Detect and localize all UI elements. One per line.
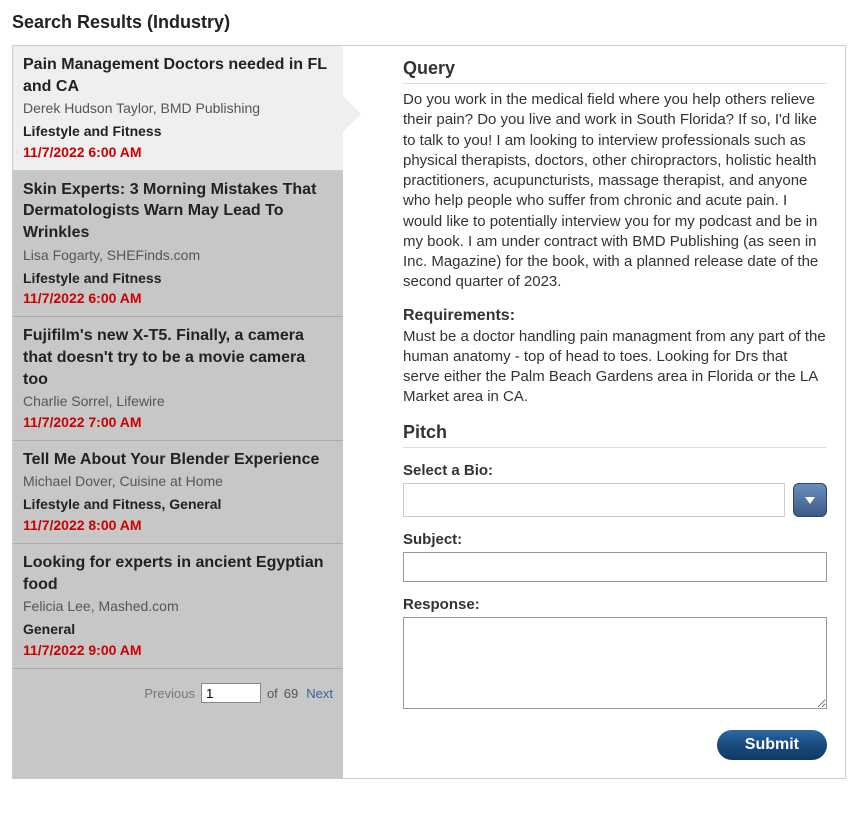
pager-total-pages: 69 bbox=[284, 686, 298, 701]
result-date: 11/7/2022 7:00 AM bbox=[23, 413, 333, 432]
result-title: Pain Management Doctors needed in FL and… bbox=[23, 54, 333, 97]
result-tags: Lifestyle and Fitness, General bbox=[23, 495, 333, 514]
page-title: Search Results (Industry) bbox=[12, 12, 846, 33]
result-date: 11/7/2022 9:00 AM bbox=[23, 641, 333, 660]
result-date: 11/7/2022 8:00 AM bbox=[23, 516, 333, 535]
response-label: Response: bbox=[403, 596, 827, 613]
requirements-heading: Requirements: bbox=[403, 307, 827, 325]
pager-previous[interactable]: Previous bbox=[144, 686, 195, 701]
requirements-body: Must be a doctor handling pain managment… bbox=[403, 327, 827, 408]
result-author: Lisa Fogarty, SHEFinds.com bbox=[23, 246, 333, 265]
results-list: Pain Management Doctors needed in FL and… bbox=[13, 46, 343, 778]
subject-input[interactable] bbox=[403, 552, 827, 582]
result-title: Skin Experts: 3 Morning Mistakes That De… bbox=[23, 179, 333, 244]
result-item[interactable]: Looking for experts in ancient Egyptian … bbox=[13, 544, 343, 669]
result-item[interactable]: Tell Me About Your Blender ExperienceMic… bbox=[13, 441, 343, 544]
result-tags: General bbox=[23, 620, 333, 639]
result-title: Tell Me About Your Blender Experience bbox=[23, 449, 333, 471]
result-item[interactable]: Fujifilm's new X-T5. Finally, a camera t… bbox=[13, 317, 343, 441]
pager-current-page-input[interactable] bbox=[201, 683, 261, 703]
bio-dropdown-button[interactable] bbox=[793, 483, 827, 517]
result-title: Looking for experts in ancient Egyptian … bbox=[23, 552, 333, 595]
result-tags: Lifestyle and Fitness bbox=[23, 122, 333, 141]
chevron-down-icon bbox=[803, 493, 817, 507]
result-date: 11/7/2022 6:00 AM bbox=[23, 143, 333, 162]
bio-label: Select a Bio: bbox=[403, 462, 827, 479]
pager-of-label: of bbox=[267, 686, 278, 701]
bio-select[interactable] bbox=[403, 483, 785, 517]
pitch-heading: Pitch bbox=[403, 422, 827, 448]
result-item[interactable]: Skin Experts: 3 Morning Mistakes That De… bbox=[13, 171, 343, 317]
result-author: Derek Hudson Taylor, BMD Publishing bbox=[23, 99, 333, 118]
response-textarea[interactable] bbox=[403, 617, 827, 709]
result-date: 11/7/2022 6:00 AM bbox=[23, 289, 333, 308]
result-item[interactable]: Pain Management Doctors needed in FL and… bbox=[13, 46, 343, 171]
result-tags: Lifestyle and Fitness bbox=[23, 269, 333, 288]
pager-next[interactable]: Next bbox=[306, 686, 333, 701]
detail-pane: Query Do you work in the medical field w… bbox=[343, 46, 845, 778]
result-author: Charlie Sorrel, Lifewire bbox=[23, 392, 333, 411]
submit-button[interactable]: Submit bbox=[717, 730, 827, 760]
pager: Previous of 69 Next bbox=[13, 669, 343, 743]
query-body: Do you work in the medical field where y… bbox=[403, 90, 827, 293]
result-title: Fujifilm's new X-T5. Finally, a camera t… bbox=[23, 325, 333, 390]
subject-label: Subject: bbox=[403, 531, 827, 548]
query-heading: Query bbox=[403, 58, 827, 84]
result-author: Michael Dover, Cuisine at Home bbox=[23, 472, 333, 491]
result-author: Felicia Lee, Mashed.com bbox=[23, 597, 333, 616]
